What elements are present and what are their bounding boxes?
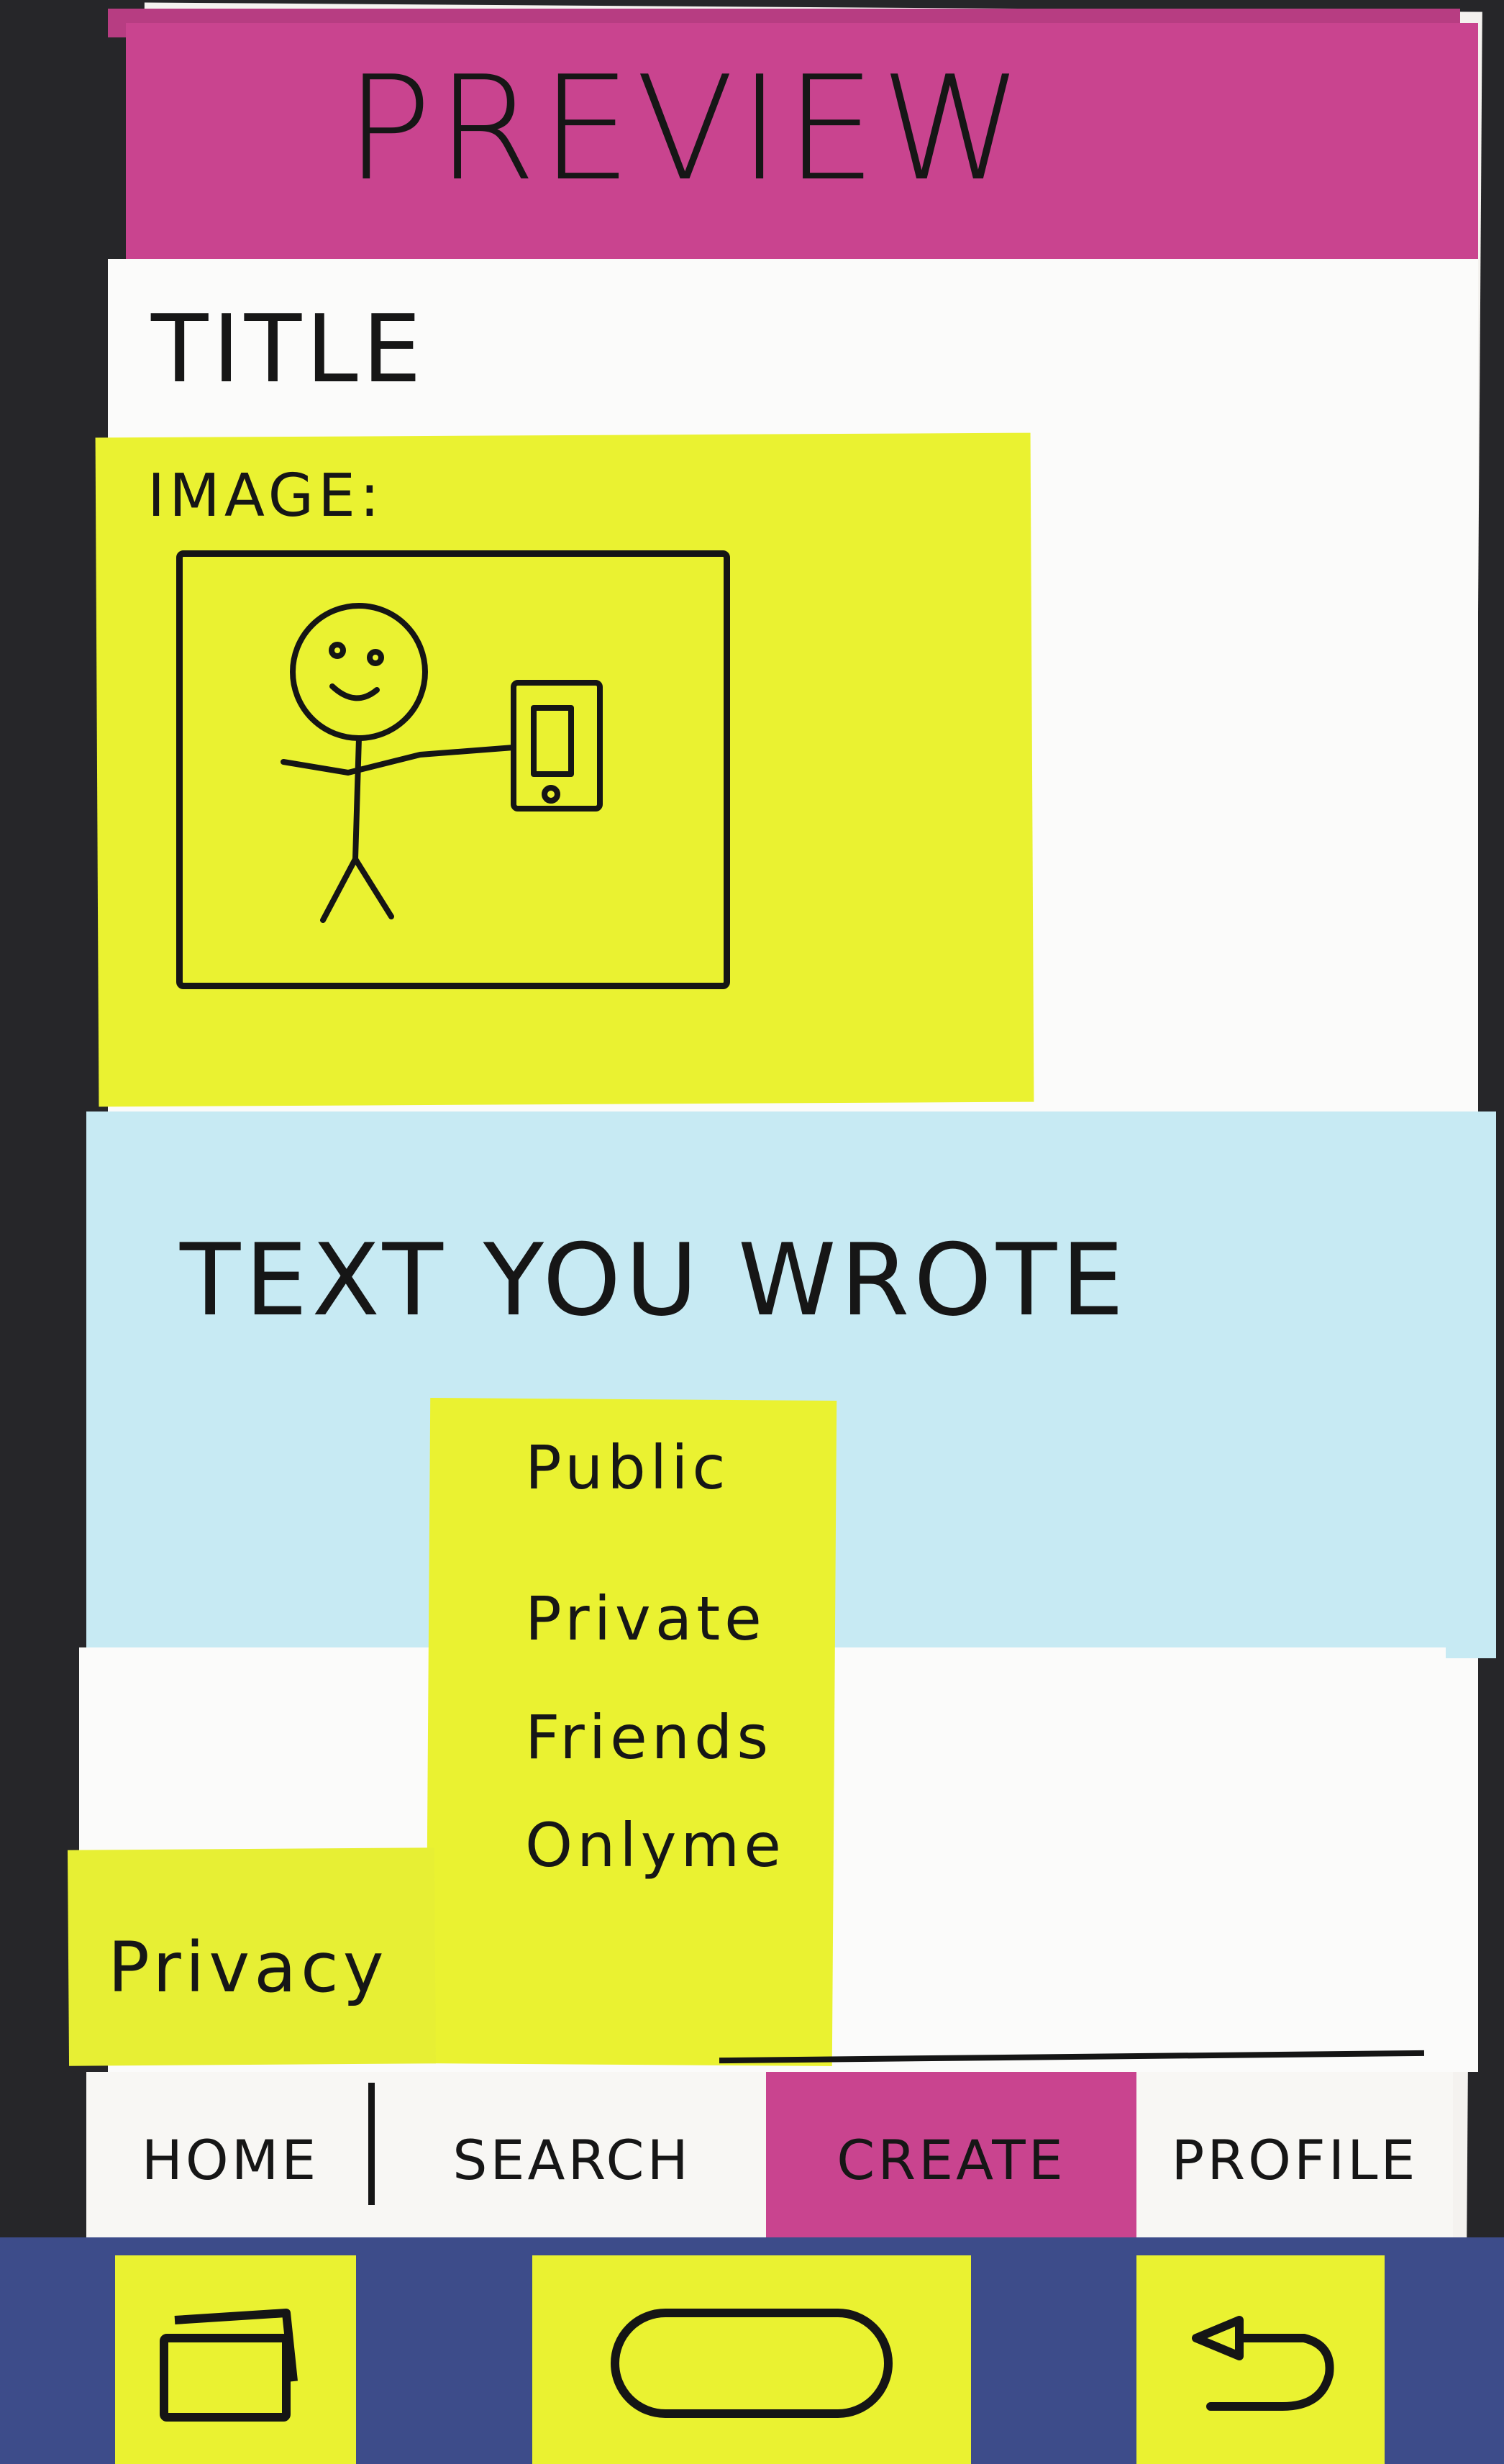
tab-profile[interactable]: PROFILE (1136, 2072, 1453, 2248)
privacy-option-onlyme[interactable]: Onlyme (525, 1806, 785, 1885)
post-text: TEXT YOU WROTE (180, 1222, 1129, 1338)
image-preview (176, 550, 730, 989)
privacy-option-public[interactable]: Public (525, 1428, 730, 1507)
tab-divider (368, 2083, 375, 2205)
image-label: IMAGE: (147, 462, 384, 530)
tab-create[interactable]: CREATE (766, 2072, 1136, 2248)
privacy-label: Privacy (108, 1927, 388, 2008)
recents-button[interactable] (115, 2255, 356, 2464)
home-icon (611, 2309, 893, 2418)
stick-figure-image (281, 603, 603, 923)
back-icon (1191, 2316, 1334, 2411)
page-title: PREVIEW (345, 45, 1027, 213)
privacy-option-private[interactable]: Private (525, 1579, 766, 1658)
home-nav-button[interactable] (532, 2255, 971, 2464)
tab-home[interactable]: HOME (86, 2072, 374, 2248)
recents-icon (159, 2309, 298, 2422)
tab-search[interactable]: SEARCH (378, 2072, 766, 2248)
privacy-option-friends[interactable]: Friends (525, 1698, 772, 1777)
back-nav-button[interactable] (1136, 2255, 1385, 2464)
post-title-field[interactable]: TITLE (151, 288, 426, 410)
